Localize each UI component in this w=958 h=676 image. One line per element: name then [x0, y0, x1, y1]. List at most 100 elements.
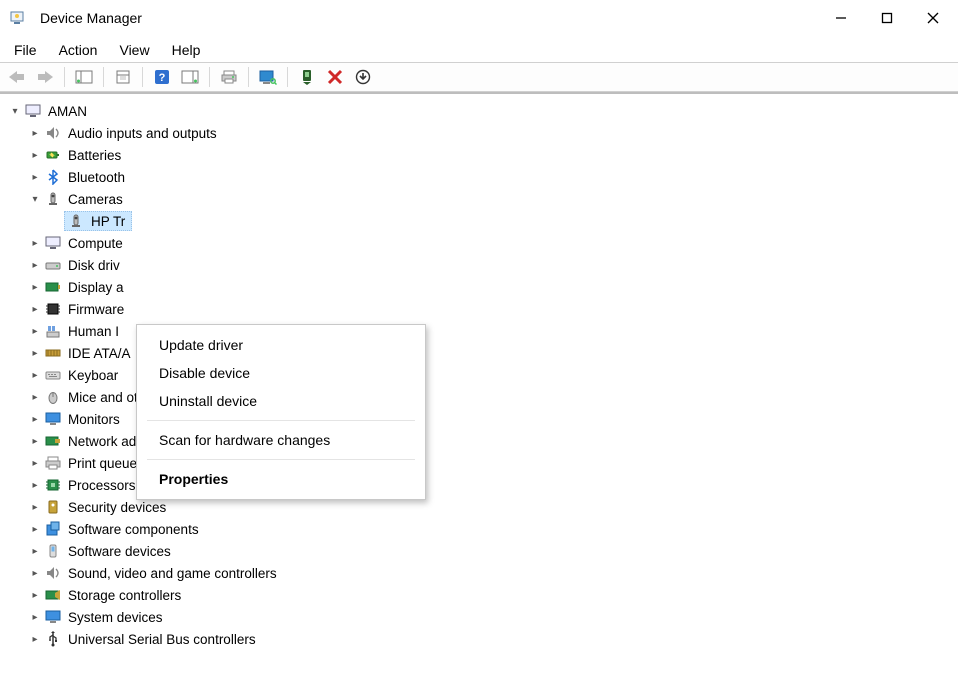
forward-button[interactable] [32, 65, 58, 89]
toolbar-separator [64, 67, 65, 87]
category-batteries[interactable]: ▸ Batteries [8, 144, 954, 166]
printer-icon [44, 454, 62, 472]
category-label: Batteries [68, 148, 121, 163]
tree-spacer [48, 214, 62, 228]
category-label: Keyboar [68, 368, 118, 383]
bluetooth-icon [44, 168, 62, 186]
chevron-right-icon[interactable]: ▸ [28, 324, 42, 338]
category-label: Display a [68, 280, 124, 295]
properties-button[interactable] [110, 65, 136, 89]
category-software-devices[interactable]: ▸ Software devices [8, 540, 954, 562]
category-label: Disk driv [68, 258, 120, 273]
chevron-right-icon[interactable]: ▸ [28, 456, 42, 470]
minimize-button[interactable] [818, 3, 864, 33]
category-display-adapters[interactable]: ▸ Display a [8, 276, 954, 298]
category-software-components[interactable]: ▸ Software components [8, 518, 954, 540]
category-firmware[interactable]: ▸ Firmware [8, 298, 954, 320]
chevron-right-icon[interactable]: ▸ [28, 368, 42, 382]
chevron-right-icon[interactable]: ▸ [28, 588, 42, 602]
usb-icon [44, 630, 62, 648]
chevron-down-icon[interactable]: ▾ [28, 192, 42, 206]
computer-icon [24, 102, 42, 120]
keyboard-icon [44, 366, 62, 384]
ctx-uninstall-device[interactable]: Uninstall device [137, 387, 425, 415]
category-label: Human I [68, 324, 119, 339]
storage-controller-icon [44, 586, 62, 604]
ctx-separator [147, 420, 415, 421]
action-pane-button[interactable] [177, 65, 203, 89]
chevron-down-icon[interactable]: ▾ [8, 104, 22, 118]
enable-device-button[interactable] [294, 65, 320, 89]
category-label: System devices [68, 610, 163, 625]
category-usb[interactable]: ▸ Universal Serial Bus controllers [8, 628, 954, 650]
chevron-right-icon[interactable]: ▸ [28, 236, 42, 250]
context-menu: Update driver Disable device Uninstall d… [136, 324, 426, 500]
category-label: Processors [68, 478, 136, 493]
security-icon [44, 498, 62, 516]
chevron-right-icon[interactable]: ▸ [28, 346, 42, 360]
chevron-right-icon[interactable]: ▸ [28, 566, 42, 580]
chevron-right-icon[interactable]: ▸ [28, 126, 42, 140]
chevron-right-icon[interactable]: ▸ [28, 412, 42, 426]
menu-view[interactable]: View [109, 38, 159, 62]
ctx-disable-device[interactable]: Disable device [137, 359, 425, 387]
category-cameras[interactable]: ▾ Cameras [8, 188, 954, 210]
menubar: File Action View Help [0, 36, 958, 62]
monitor-icon [44, 410, 62, 428]
maximize-button[interactable] [864, 3, 910, 33]
category-storage-controllers[interactable]: ▸ Storage controllers [8, 584, 954, 606]
chevron-right-icon[interactable]: ▸ [28, 280, 42, 294]
category-audio[interactable]: ▸ Audio inputs and outputs [8, 122, 954, 144]
category-label: Firmware [68, 302, 124, 317]
sound-icon [44, 564, 62, 582]
tree-root[interactable]: ▾ AMAN [8, 100, 954, 122]
category-label: Sound, video and game controllers [68, 566, 277, 581]
chevron-right-icon[interactable]: ▸ [28, 522, 42, 536]
menu-file[interactable]: File [4, 38, 47, 62]
category-system-devices[interactable]: ▸ System devices [8, 606, 954, 628]
update-driver-button[interactable] [350, 65, 376, 89]
disk-icon [44, 256, 62, 274]
help-button[interactable]: ? [149, 65, 175, 89]
print-button[interactable] [216, 65, 242, 89]
ide-icon [44, 344, 62, 362]
category-label: Compute [68, 236, 123, 251]
system-device-icon [44, 608, 62, 626]
battery-icon [44, 146, 62, 164]
audio-icon [44, 124, 62, 142]
chevron-right-icon[interactable]: ▸ [28, 632, 42, 646]
category-bluetooth[interactable]: ▸ Bluetooth [8, 166, 954, 188]
chevron-right-icon[interactable]: ▸ [28, 302, 42, 316]
scan-hardware-button[interactable] [255, 65, 281, 89]
toolbar-separator [248, 67, 249, 87]
close-button[interactable] [910, 3, 956, 33]
ctx-update-driver[interactable]: Update driver [137, 331, 425, 359]
chevron-right-icon[interactable]: ▸ [28, 544, 42, 558]
category-disk-drives[interactable]: ▸ Disk driv [8, 254, 954, 276]
chevron-right-icon[interactable]: ▸ [28, 478, 42, 492]
device-hp-camera[interactable]: HP Tr [8, 210, 954, 232]
cpu-icon [44, 476, 62, 494]
show-hide-console-tree-button[interactable] [71, 65, 97, 89]
chevron-right-icon[interactable]: ▸ [28, 434, 42, 448]
chevron-right-icon[interactable]: ▸ [28, 258, 42, 272]
menu-action[interactable]: Action [49, 38, 108, 62]
back-button[interactable] [4, 65, 30, 89]
chevron-right-icon[interactable]: ▸ [28, 610, 42, 624]
chevron-right-icon[interactable]: ▸ [28, 148, 42, 162]
menu-help[interactable]: Help [162, 38, 211, 62]
category-label: Software devices [68, 544, 171, 559]
toolbar: ? [0, 62, 958, 92]
chevron-right-icon[interactable]: ▸ [28, 500, 42, 514]
chevron-right-icon[interactable]: ▸ [28, 170, 42, 184]
ctx-properties[interactable]: Properties [137, 465, 425, 493]
category-label: Cameras [68, 192, 123, 207]
hid-icon [44, 322, 62, 340]
chevron-right-icon[interactable]: ▸ [28, 390, 42, 404]
uninstall-device-button[interactable] [322, 65, 348, 89]
category-computer[interactable]: ▸ Compute [8, 232, 954, 254]
ctx-scan-hardware[interactable]: Scan for hardware changes [137, 426, 425, 454]
category-label: Audio inputs and outputs [68, 126, 217, 141]
category-sound[interactable]: ▸ Sound, video and game controllers [8, 562, 954, 584]
device-label: HP Tr [91, 214, 125, 229]
